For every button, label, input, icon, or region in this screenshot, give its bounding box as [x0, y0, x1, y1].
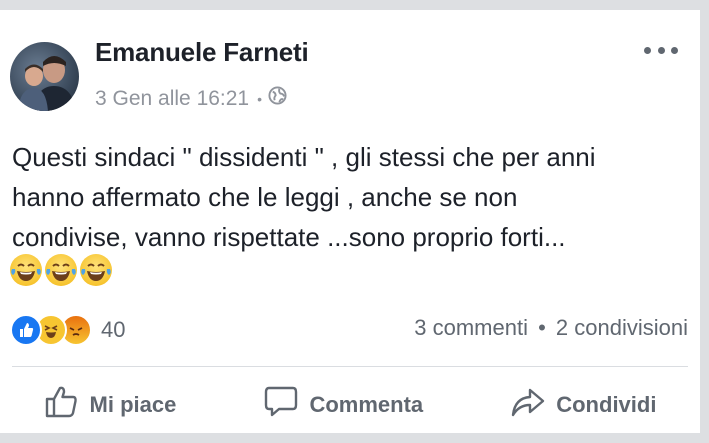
- tears-of-joy-emoji: [10, 254, 42, 286]
- more-options-icon[interactable]: [644, 42, 678, 58]
- like-button[interactable]: Mi piace: [44, 384, 177, 426]
- post-timestamp[interactable]: 3 Gen alle 16:21: [95, 87, 249, 111]
- comment-label: Commenta: [309, 392, 424, 417]
- post-emojis: [10, 254, 112, 286]
- post-text-line: Questi sindaci " dissidenti " , gli stes…: [12, 142, 596, 172]
- divider: [12, 366, 688, 367]
- tears-of-joy-emoji: [45, 254, 77, 286]
- comment-icon: [263, 384, 299, 426]
- comments-count[interactable]: 3 commenti: [414, 315, 528, 340]
- shares-count[interactable]: 2 condivisioni: [556, 315, 688, 340]
- share-icon: [510, 384, 546, 426]
- avatar[interactable]: [10, 42, 79, 111]
- like-icon: [10, 314, 42, 346]
- post-text-line: condivise, vanno rispettate ...sono prop…: [12, 222, 566, 252]
- meta-separator: •: [257, 90, 263, 107]
- engagement-counts: 3 commenti • 2 condivisioni: [414, 315, 688, 341]
- post-text: Questi sindaci " dissidenti " , gli stes…: [12, 137, 692, 257]
- thumbs-up-icon: [44, 384, 80, 426]
- tears-of-joy-emoji: [80, 254, 112, 286]
- post-meta: 3 Gen alle 16:21 •: [95, 86, 287, 111]
- counts-separator: •: [538, 315, 546, 340]
- author-name[interactable]: Emanuele Farneti: [95, 37, 309, 68]
- globe-icon[interactable]: [268, 86, 287, 111]
- reactions-summary[interactable]: 40: [10, 314, 125, 346]
- action-bar: Mi piace Commenta Condividi: [0, 376, 700, 434]
- post-text-line: hanno affermato che le leggi , anche se …: [12, 182, 518, 212]
- post-card: Emanuele Farneti 3 Gen alle 16:21 • Ques…: [0, 10, 700, 433]
- share-label: Condividi: [556, 392, 657, 417]
- reaction-count: 40: [101, 317, 126, 342]
- share-button[interactable]: Condividi: [510, 384, 656, 426]
- comment-button[interactable]: Commenta: [263, 384, 423, 426]
- like-label: Mi piace: [89, 392, 177, 417]
